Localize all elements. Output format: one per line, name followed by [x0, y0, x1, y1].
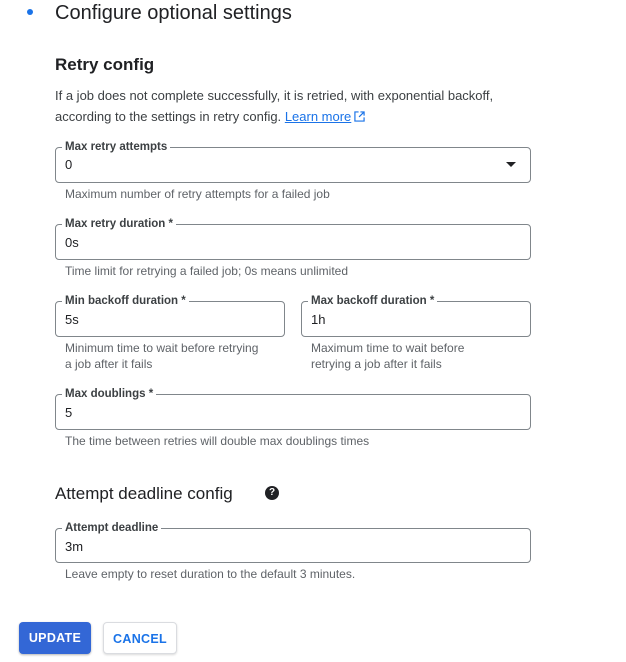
- max-doublings-label: Max doublings *: [62, 387, 157, 401]
- max-retry-attempts-hint: Maximum number of retry attempts for a f…: [65, 187, 330, 201]
- max-backoff-duration-label: Max backoff duration *: [308, 294, 438, 308]
- min-backoff-hint-line2: a job after it fails: [65, 357, 153, 371]
- min-backoff-duration-field[interactable]: Min backoff duration *: [55, 294, 285, 337]
- attempt-deadline-hint: Leave empty to reset duration to the def…: [65, 567, 356, 581]
- max-retry-attempts-select[interactable]: Max retry attempts 0: [55, 140, 531, 183]
- retry-config-heading: Retry config: [55, 55, 155, 74]
- external-link-icon[interactable]: [354, 111, 365, 122]
- max-doublings-input[interactable]: [65, 403, 468, 421]
- max-retry-attempts-value: 0: [65, 157, 73, 172]
- max-retry-duration-hint: Time limit for retrying a failed job; 0s…: [65, 264, 348, 278]
- min-backoff-duration-label: Min backoff duration *: [62, 294, 189, 308]
- attempt-deadline-heading: Attempt deadline config: [55, 484, 233, 503]
- retry-config-description: If a job does not complete successfully,…: [55, 85, 525, 127]
- max-backoff-duration-field[interactable]: Max backoff duration *: [301, 294, 531, 337]
- attempt-deadline-label: Attempt deadline: [62, 521, 162, 535]
- min-backoff-duration-hint: Minimum time to wait before retrying a j…: [65, 340, 258, 372]
- max-retry-duration-input[interactable]: [65, 233, 468, 251]
- max-retry-attempts-label: Max retry attempts: [62, 140, 171, 154]
- min-backoff-hint-line1: Minimum time to wait before retrying: [65, 341, 259, 355]
- help-circle-icon[interactable]: ?: [265, 486, 279, 500]
- max-doublings-hint: The time between retries will double max…: [65, 434, 370, 448]
- min-backoff-duration-input[interactable]: [65, 310, 259, 328]
- cancel-button[interactable]: CANCEL: [103, 622, 177, 654]
- page-title: Configure optional settings: [55, 2, 292, 24]
- retry-description-text: If a job does not complete successfully,…: [55, 88, 494, 124]
- max-retry-duration-field[interactable]: Max retry duration *: [55, 217, 531, 260]
- attempt-deadline-field[interactable]: Attempt deadline: [55, 521, 531, 563]
- attempt-deadline-input[interactable]: [65, 537, 468, 555]
- max-backoff-duration-input[interactable]: [311, 310, 505, 328]
- chevron-down-icon[interactable]: [506, 162, 516, 167]
- max-doublings-field[interactable]: Max doublings *: [55, 387, 531, 430]
- max-retry-duration-label: Max retry duration *: [62, 217, 176, 231]
- update-button[interactable]: UPDATE: [19, 622, 91, 654]
- max-backoff-hint-line1: Maximum time to wait before: [311, 341, 465, 355]
- section-bullet: [27, 9, 33, 15]
- max-backoff-hint-line2: retrying a job after it fails: [311, 357, 442, 371]
- max-backoff-duration-hint: Maximum time to wait before retrying a j…: [311, 340, 464, 372]
- learn-more-link[interactable]: Learn more: [285, 109, 351, 124]
